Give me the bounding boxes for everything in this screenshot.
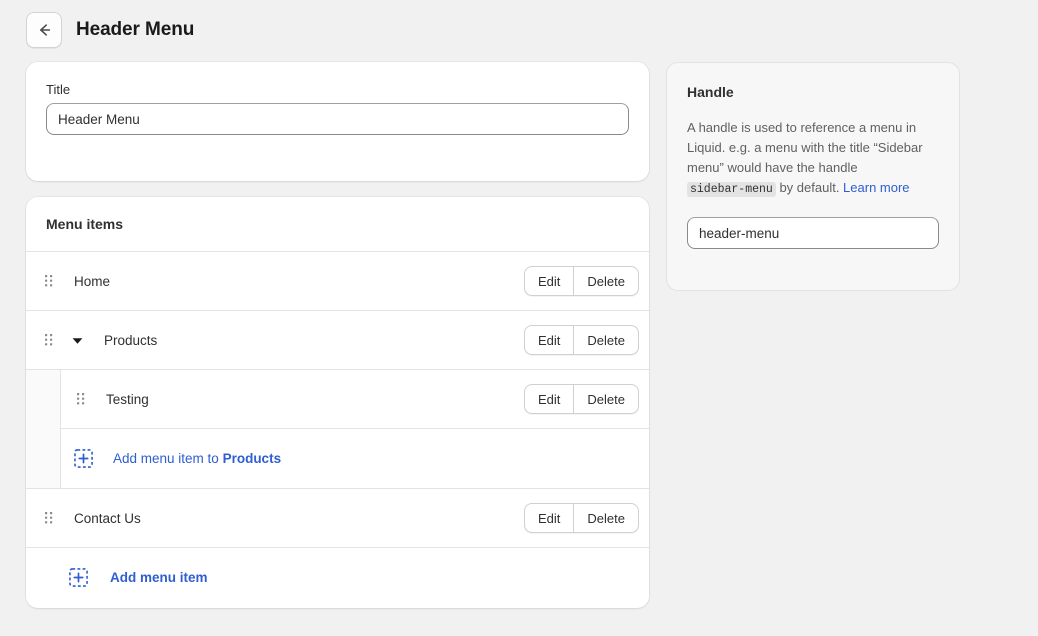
handle-desc-part2: by default. bbox=[775, 180, 844, 195]
learn-more-link[interactable]: Learn more bbox=[843, 180, 909, 195]
edit-button[interactable]: Edit bbox=[524, 325, 574, 355]
delete-button[interactable]: Delete bbox=[573, 266, 639, 296]
page-root: Header Menu Title Menu items bbox=[0, 0, 1038, 636]
menu-item-row[interactable]: Contact Us Edit Delete bbox=[26, 489, 649, 548]
row-actions: Edit Delete bbox=[524, 384, 639, 414]
collapse-toggle-button[interactable] bbox=[66, 329, 88, 351]
back-button[interactable] bbox=[26, 12, 62, 48]
menu-items-heading: Menu items bbox=[26, 197, 649, 252]
nested-rows: Testing Edit Delete Add menu item to Pro… bbox=[61, 370, 649, 488]
handle-desc-part1: A handle is used to reference a menu in … bbox=[687, 120, 923, 175]
add-nested-prefix: Add menu item to bbox=[113, 451, 223, 466]
menu-item-label: Home bbox=[74, 273, 111, 289]
handle-input[interactable] bbox=[687, 217, 939, 249]
nesting-gutter bbox=[26, 370, 61, 488]
menu-item-label: Contact Us bbox=[74, 510, 141, 526]
handle-example-code: sidebar-menu bbox=[687, 182, 776, 197]
page-header: Header Menu bbox=[26, 12, 194, 48]
edit-button[interactable]: Edit bbox=[524, 503, 574, 533]
title-field-label: Title bbox=[46, 82, 71, 97]
page-title: Header Menu bbox=[76, 19, 195, 40]
menu-item-row[interactable]: Products Edit Delete bbox=[26, 311, 649, 370]
menu-item-main: Home bbox=[26, 273, 524, 289]
row-actions: Edit Delete bbox=[524, 266, 639, 296]
caret-down-icon bbox=[72, 333, 83, 348]
delete-button[interactable]: Delete bbox=[573, 325, 639, 355]
menu-item-main: Testing bbox=[61, 391, 524, 407]
handle-card: Handle A handle is used to reference a m… bbox=[666, 62, 960, 291]
handle-card-title: Handle bbox=[687, 84, 734, 100]
add-square-dashed-icon bbox=[73, 449, 93, 469]
nested-items-group: Testing Edit Delete Add menu item to Pro… bbox=[26, 370, 649, 489]
arrow-left-icon bbox=[35, 21, 53, 39]
edit-button[interactable]: Edit bbox=[524, 266, 574, 296]
row-actions: Edit Delete bbox=[524, 503, 639, 533]
menu-item-main: Contact Us bbox=[26, 510, 524, 526]
drag-handle-icon[interactable] bbox=[74, 391, 88, 407]
menu-item-label: Products bbox=[104, 332, 158, 348]
row-actions: Edit Delete bbox=[524, 325, 639, 355]
edit-button[interactable]: Edit bbox=[524, 384, 574, 414]
drag-handle-icon[interactable] bbox=[42, 273, 56, 289]
delete-button[interactable]: Delete bbox=[573, 384, 639, 414]
add-square-dashed-icon bbox=[68, 568, 88, 588]
add-nested-parent: Products bbox=[222, 451, 282, 466]
menu-items-card: Menu items Home Edit Delete Products Edi… bbox=[26, 197, 649, 608]
add-nested-menu-item-button[interactable]: Add menu item to Products bbox=[61, 429, 649, 488]
title-card: Title bbox=[26, 62, 649, 181]
delete-button[interactable]: Delete bbox=[573, 503, 639, 533]
title-field-wrap: Title bbox=[26, 62, 649, 155]
drag-handle-icon[interactable] bbox=[42, 510, 56, 526]
add-menu-item-button[interactable]: Add menu item bbox=[26, 548, 649, 607]
menu-item-main: Products bbox=[26, 329, 524, 351]
handle-field-wrap bbox=[687, 217, 939, 249]
handle-card-body: Handle A handle is used to reference a m… bbox=[667, 63, 959, 269]
drag-handle-icon[interactable] bbox=[42, 332, 56, 348]
menu-item-label: Testing bbox=[106, 391, 149, 407]
handle-description: A handle is used to reference a menu in … bbox=[687, 118, 939, 200]
add-nested-menu-item-label: Add menu item to Products bbox=[113, 451, 281, 466]
menu-item-row[interactable]: Testing Edit Delete bbox=[61, 370, 649, 429]
title-input[interactable] bbox=[46, 103, 629, 135]
menu-item-row[interactable]: Home Edit Delete bbox=[26, 252, 649, 311]
add-menu-item-label: Add menu item bbox=[110, 570, 208, 585]
